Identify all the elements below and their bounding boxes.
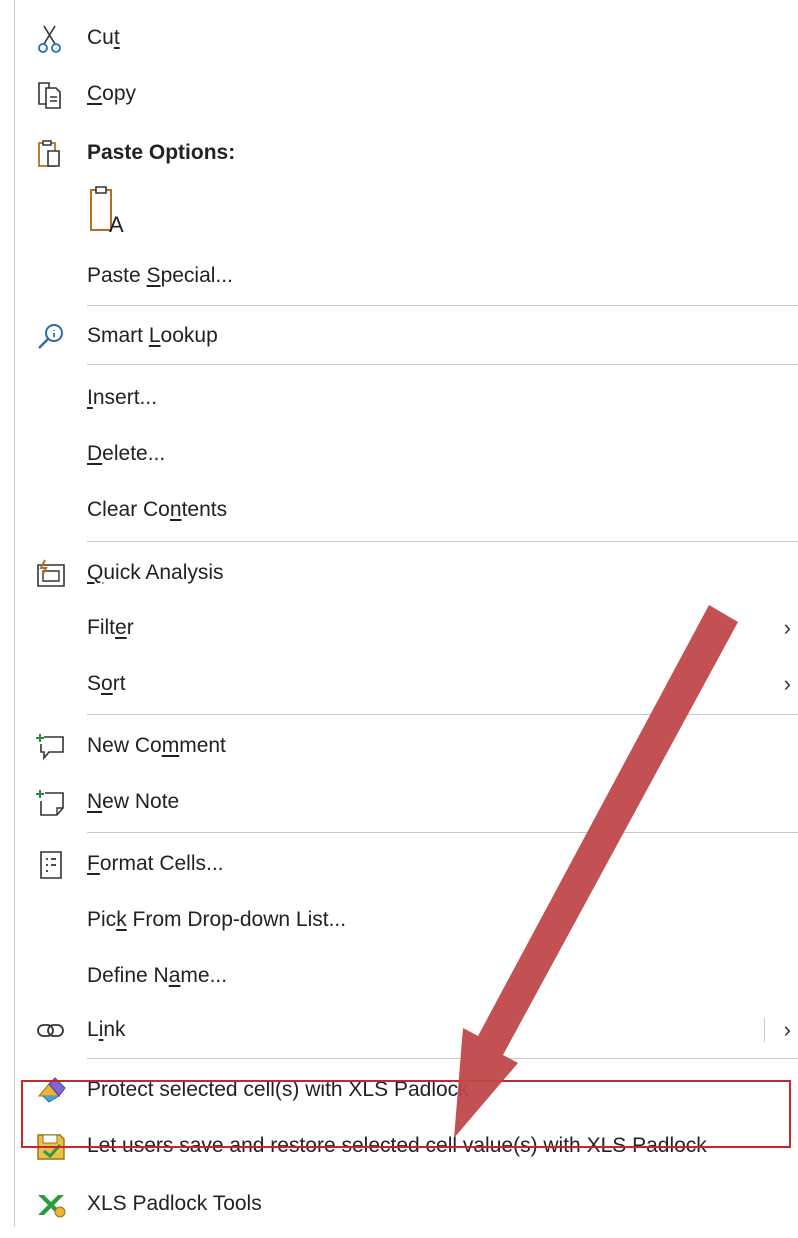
annotation-arrow (454, 605, 738, 1138)
annotation-arrow-shape (454, 605, 738, 1138)
